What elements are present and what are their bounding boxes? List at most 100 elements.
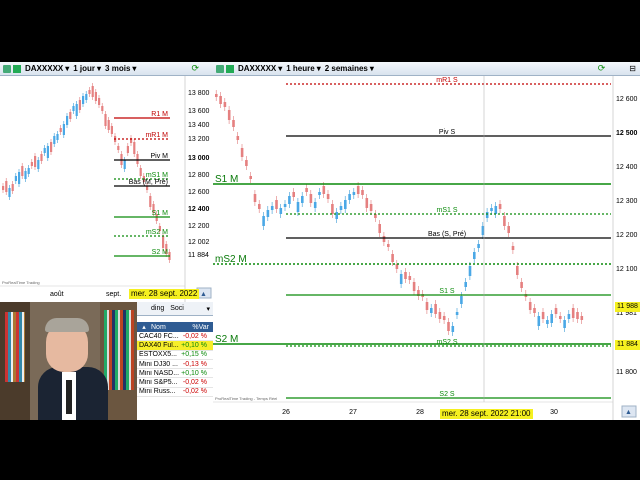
left-watermark: ProRealTime Trading [2,280,40,285]
period-label: 1 jour [73,64,96,73]
price-tick: 12 400 [188,206,210,213]
watchlist-row[interactable]: CAC40 FC... -0,02 % [137,332,213,342]
x-tick: 27 [349,409,357,416]
tab-trading[interactable]: ding [151,305,164,312]
x-label-sept: sept. [106,291,121,298]
watchlist-row[interactable]: Mini NASD... +0,10 % [137,369,213,379]
period-label: 1 heure [286,64,315,73]
current-price-badge: 11 988 [615,302,640,312]
watchlist-row[interactable]: Mini Russ... -0,02 % [137,388,213,398]
price-tick: 12 800 [188,172,210,179]
price-tick: 12 200 [616,232,638,239]
price-tick: 12 300 [616,198,638,205]
expand-icon: ▲ [200,291,207,298]
right-chart-panel: DAXXXXX ▾ 1 heure ▾ 2 semaines ▾ ⟳ ⊟ mR1… [213,62,640,420]
range-selector[interactable]: 2 semaines ▾ [325,64,374,73]
price-tick: 12 400 [616,164,638,171]
right-chart-canvas[interactable]: mR1 S Piv S S1 M mS1 S Bas (S, Pré) mS2 M S1 S… [213,76,640,420]
right-date-badge: mer. 28 sept. 2022 21:00 [440,409,533,419]
sort-icon[interactable]: ▴ [137,323,151,331]
instrument-change: -0,02 % [182,332,207,340]
left-chart-canvas[interactable]: R1 M mR1 M Piv M mS1 MBas (M, Pré) S1 M mS2 M… [0,76,213,302]
right-levels: mR1 S Piv S S1 M mS1 S Bas (S, Pré) mS2 M S1 S… [213,77,611,399]
tab-societes[interactable]: Soci [170,305,184,312]
level-label: R1 M [151,111,168,118]
level-label: mS2 M [215,254,247,265]
expand-icon: ▲ [625,409,632,416]
level-label: S1 M [215,174,238,185]
range-label: 3 mois [105,64,131,73]
x-tick: 28 [416,409,424,416]
low-price-badge: 11 884 [615,340,640,350]
x-label-aout: août [50,291,64,298]
instrument-name: DAX40 Ful... [139,341,179,349]
right-watermark: ProRealTime Trading - Temps Réel [215,396,277,401]
app-window: DAXXXXX ▾ 1 jour ▾ 3 mois ▾ ⟳ R1 M mR1 M P… [0,0,640,480]
price-tick: 11 884 [188,252,209,259]
col-name-header[interactable]: Nom [151,324,181,331]
left-chart-panel: DAXXXXX ▾ 1 jour ▾ 3 mois ▾ ⟳ R1 M mR1 M P… [0,62,213,302]
level-label: S1 S [439,288,455,295]
instrument-name: Mini DJ30 ... [139,360,178,368]
instrument-change: +0,15 % [181,351,207,359]
right-chart-toolbar: DAXXXXX ▾ 1 heure ▾ 2 semaines ▾ ⟳ ⊟ [213,62,640,76]
watchlist-row[interactable]: Mini S&P5... -0,02 % [137,378,213,388]
watchlist-header: ▴ Nom %Var [137,322,213,332]
close-icon[interactable]: ⊟ [629,64,636,73]
chart-icon[interactable] [226,64,234,73]
watchlist-row[interactable]: ESTOXX5... +0,15 % [137,351,213,360]
right-candles [215,90,584,336]
price-tick: 13 000 [188,155,210,162]
x-tick: 26 [282,409,290,416]
period-selector[interactable]: 1 heure ▾ [286,64,320,73]
level-label: S1 M [152,210,169,217]
instrument-name: Mini S&P5... [139,379,178,387]
col-var-header[interactable]: %Var [181,324,211,331]
watchlist-row[interactable]: Mini DJ30 ... -0,13 % [137,360,213,370]
symbol-selector[interactable]: DAXXXXX ▾ [25,64,69,73]
presenter-video [0,302,137,420]
chart-icon[interactable] [13,64,21,73]
level-label: S2 S [439,391,455,398]
level-label: mS1 S [436,207,457,214]
price-tick: 13 200 [188,136,210,143]
refresh-icon[interactable]: ⟳ [191,63,199,74]
instrument-name: CAC40 FC... [139,332,179,340]
refresh-icon[interactable]: ⟳ [598,63,606,74]
instrument-change: +0,10 % [181,341,207,349]
symbol-selector[interactable]: DAXXXXX ▾ [238,64,282,73]
left-levels: R1 M mR1 M Piv M mS1 MBas (M, Pré) S1 M mS2 M… [114,111,170,257]
instrument-name: Mini Russ... [139,388,176,396]
more-icon[interactable]: ▾ [206,305,210,313]
instrument-change: -0,02 % [182,388,207,396]
lock-icon[interactable] [216,64,224,73]
level-label: Bas (M, Pré) [129,179,168,186]
range-label: 2 semaines [324,64,368,73]
left-chart-toolbar: DAXXXXX ▾ 1 jour ▾ 3 mois ▾ ⟳ [0,62,213,76]
watchlist-rows: CAC40 FC... -0,02 % DAX40 Ful... +0,10 % EST… [137,332,213,398]
left-date-badge: mer. 28 sept. 2022 [129,289,200,299]
level-label: mR1 M [145,132,168,139]
instrument-change: +0,10 % [181,369,207,377]
price-tick: 11 800 [616,369,637,376]
right-price-axis: 12 600 12 500 12 400 12 300 12 200 12 100 11 9… [616,96,638,376]
level-label: S2 M [215,334,238,345]
watchlist-row[interactable]: DAX40 Ful... +0,10 % [137,341,213,351]
lock-icon[interactable] [3,64,11,73]
range-selector[interactable]: 3 mois ▾ [105,64,136,73]
price-tick: 12 100 [616,266,638,273]
instrument-name: ESTOXX5... [139,351,177,359]
period-selector[interactable]: 1 jour ▾ [73,64,101,73]
price-tick: 12 500 [616,130,638,137]
level-label: Piv S [439,129,456,136]
level-label: mS1 M [146,172,168,179]
symbol-label: DAXXXXX [238,64,277,73]
price-tick: 12 200 [188,223,210,230]
level-label: mR1 S [436,77,458,84]
level-label: S2 M [152,249,169,256]
symbol-label: DAXXXXX [25,64,64,73]
price-tick: 13 800 [188,90,210,97]
price-tick: 13 400 [188,122,210,129]
watchlist-panel: ding Soci ▾ ▴ Nom %Var CAC40 FC... -0,02 … [137,302,213,420]
level-label: mS2 S [436,339,457,346]
